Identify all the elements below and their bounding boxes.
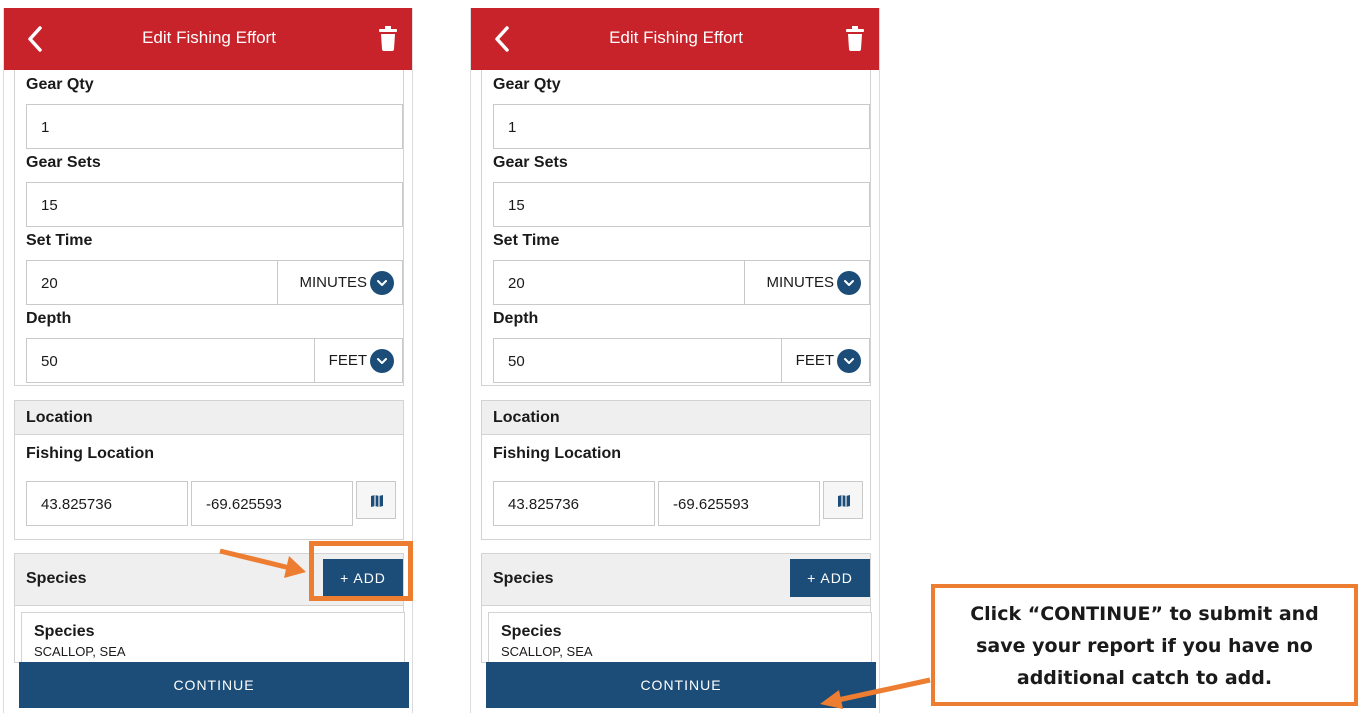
- page-title: Edit Fishing Effort: [609, 28, 743, 47]
- delete-button[interactable]: [843, 24, 867, 52]
- app-header: Edit Fishing Effort: [471, 8, 879, 70]
- location-card: Location Fishing Location 43.825736 -69.…: [14, 400, 404, 540]
- callout-line-1: Click “CONTINUE” to submit and: [970, 603, 1319, 625]
- gear-qty-input[interactable]: 1: [493, 104, 870, 149]
- species-item-label: Species: [34, 623, 95, 640]
- trash-icon: [379, 26, 397, 51]
- location-card: Location Fishing Location 43.825736 -69.…: [481, 400, 871, 540]
- page-title: Edit Fishing Effort: [142, 28, 276, 47]
- location-section-title: Location: [493, 409, 560, 426]
- continue-button[interactable]: CONTINUE: [486, 662, 876, 708]
- map-icon: [838, 495, 850, 507]
- set-time-unit-label: MINUTES: [766, 274, 835, 291]
- set-time-input[interactable]: 20: [26, 260, 278, 305]
- callout-line-3: additional catch to add.: [1016, 667, 1273, 689]
- depth-input[interactable]: 50: [26, 338, 315, 383]
- callout-line-2: save your report if you have no: [976, 635, 1313, 657]
- species-item-label: Species: [501, 623, 562, 640]
- set-time-input[interactable]: 20: [493, 260, 745, 305]
- gear-qty-label: Gear Qty: [493, 76, 561, 93]
- depth-unit-label: FEET: [795, 352, 834, 369]
- species-section-title: Species: [26, 570, 87, 587]
- species-item-value: SCALLOP, SEA: [501, 644, 593, 659]
- add-species-button[interactable]: + ADD: [790, 559, 870, 597]
- gear-card: Gear Qty 1 Gear Sets 15 Set Time 20 MINU…: [481, 70, 871, 386]
- chevron-down-icon: [370, 271, 394, 295]
- gear-sets-label: Gear Sets: [493, 154, 568, 171]
- longitude-input[interactable]: -69.625593: [658, 481, 820, 526]
- depth-input[interactable]: 50: [493, 338, 782, 383]
- form-content: Gear Qty 1 Gear Sets 15 Set Time 20 MINU…: [481, 70, 877, 672]
- latitude-input[interactable]: 43.825736: [26, 481, 188, 526]
- gear-card: Gear Qty 1 Gear Sets 15 Set Time 20 MINU…: [14, 70, 404, 386]
- species-section-title: Species: [493, 570, 554, 587]
- set-time-label: Set Time: [26, 232, 93, 249]
- delete-button[interactable]: [376, 24, 400, 52]
- fishing-location-label: Fishing Location: [493, 445, 621, 462]
- set-time-unit-select[interactable]: MINUTES: [744, 260, 870, 305]
- continue-button[interactable]: CONTINUE: [19, 662, 409, 708]
- set-time-unit-label: MINUTES: [299, 274, 368, 291]
- chevron-down-icon: [370, 349, 394, 373]
- location-section-header: Location: [15, 401, 403, 435]
- fishing-location-label: Fishing Location: [26, 445, 154, 462]
- depth-unit-select[interactable]: FEET: [781, 338, 870, 383]
- instruction-callout: Click “CONTINUE” to submit and save your…: [931, 584, 1358, 706]
- gear-qty-label: Gear Qty: [26, 76, 94, 93]
- set-time-unit-select[interactable]: MINUTES: [277, 260, 403, 305]
- set-time-label: Set Time: [493, 232, 560, 249]
- depth-unit-label: FEET: [328, 352, 367, 369]
- gear-sets-input[interactable]: 15: [493, 182, 870, 227]
- longitude-input[interactable]: -69.625593: [191, 481, 353, 526]
- species-item-value: SCALLOP, SEA: [34, 644, 126, 659]
- gear-sets-label: Gear Sets: [26, 154, 101, 171]
- location-section-header: Location: [482, 401, 870, 435]
- location-section-title: Location: [26, 409, 93, 426]
- add-button-highlight: [309, 541, 413, 601]
- gear-qty-input[interactable]: 1: [26, 104, 403, 149]
- chevron-down-icon: [837, 271, 861, 295]
- depth-unit-select[interactable]: FEET: [314, 338, 403, 383]
- map-picker-button[interactable]: [356, 481, 396, 519]
- latitude-input[interactable]: 43.825736: [493, 481, 655, 526]
- trash-icon: [846, 26, 864, 51]
- map-picker-button[interactable]: [823, 481, 863, 519]
- depth-label: Depth: [493, 310, 539, 327]
- map-icon: [371, 495, 383, 507]
- depth-label: Depth: [26, 310, 72, 327]
- phone-screen-right: Edit Fishing Effort Gear Qty 1 Gear Sets…: [470, 8, 880, 713]
- app-header: Edit Fishing Effort: [4, 8, 412, 70]
- chevron-down-icon: [837, 349, 861, 373]
- gear-sets-input[interactable]: 15: [26, 182, 403, 227]
- phone-screen-left: Edit Fishing Effort Gear Qty 1 Gear Sets…: [3, 8, 413, 713]
